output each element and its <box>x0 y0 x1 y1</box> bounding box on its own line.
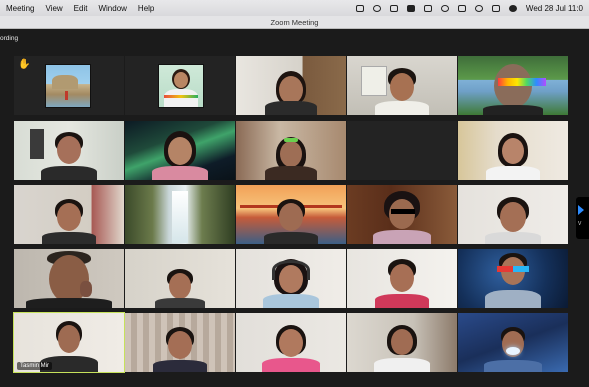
participant-tile[interactable] <box>236 56 346 115</box>
eject-icon[interactable] <box>457 4 466 12</box>
participant-tile[interactable] <box>458 249 568 308</box>
participant-tile[interactable] <box>14 185 124 244</box>
profile-photo <box>45 64 91 108</box>
participant-tile[interactable] <box>125 313 235 372</box>
window-titlebar[interactable]: Zoom Meeting <box>0 16 589 29</box>
participant-tile[interactable] <box>14 249 124 308</box>
participant-tile[interactable] <box>347 56 457 115</box>
menubar-clock[interactable]: Wed 28 Jul 11:0 <box>526 4 583 13</box>
participant-tile-active-speaker[interactable]: Tasmin Mir <box>13 312 125 373</box>
participant-tile[interactable] <box>236 121 346 180</box>
participant-tile[interactable] <box>458 185 568 244</box>
participant-tile[interactable] <box>236 185 346 244</box>
zoom-logo-icon <box>578 205 584 215</box>
bluetooth-icon[interactable] <box>389 4 398 12</box>
status-icons: Wed 28 Jul 11:0 <box>355 4 583 13</box>
participant-tile[interactable] <box>125 121 235 180</box>
participant-tile[interactable] <box>347 313 457 372</box>
siri-icon[interactable] <box>508 4 517 12</box>
participant-tile[interactable]: ✋ <box>14 56 124 115</box>
participant-tile[interactable] <box>236 249 346 308</box>
participant-tile[interactable] <box>347 185 457 244</box>
raised-hand-icon: ✋ <box>18 59 31 70</box>
participant-tile[interactable] <box>458 313 568 372</box>
participant-tile[interactable] <box>458 121 568 180</box>
participant-tile[interactable] <box>458 56 568 115</box>
menu-item-edit[interactable]: Edit <box>74 4 88 13</box>
menu-item-window[interactable]: Window <box>98 4 126 13</box>
window-title: Zoom Meeting <box>270 18 319 27</box>
participant-tile[interactable] <box>125 249 235 308</box>
side-panel-tab-label: V <box>578 221 582 227</box>
participant-tile[interactable] <box>125 56 235 115</box>
participant-tile[interactable] <box>347 121 457 180</box>
battery-icon[interactable] <box>406 4 415 12</box>
menu-item-help[interactable]: Help <box>138 4 154 13</box>
spotlight-search-icon[interactable] <box>474 4 483 12</box>
menu-item-meeting[interactable]: Meeting <box>6 4 34 13</box>
participant-tile[interactable] <box>14 121 124 180</box>
participant-tile[interactable] <box>347 249 457 308</box>
macos-menubar: Meeting View Edit Window Help Wed 28 Jul… <box>0 0 589 16</box>
participant-tile[interactable] <box>236 313 346 372</box>
volume-icon[interactable] <box>372 4 381 12</box>
participant-tile[interactable] <box>125 185 235 244</box>
keyboard-icon[interactable] <box>423 4 432 12</box>
zoom-status-icon[interactable] <box>355 4 364 12</box>
recording-label: ording <box>0 35 19 42</box>
app-menu: Meeting View Edit Window Help <box>6 4 154 13</box>
side-panel-tab[interactable]: V <box>576 197 589 239</box>
gallery-view: ording ✋ Tasmin Mir V <box>0 29 589 387</box>
profile-photo <box>158 64 204 108</box>
wifi-icon[interactable] <box>440 4 449 12</box>
menu-item-view[interactable]: View <box>45 4 62 13</box>
participant-name-label: Tasmin Mir <box>17 362 53 370</box>
control-center-icon[interactable] <box>491 4 500 12</box>
